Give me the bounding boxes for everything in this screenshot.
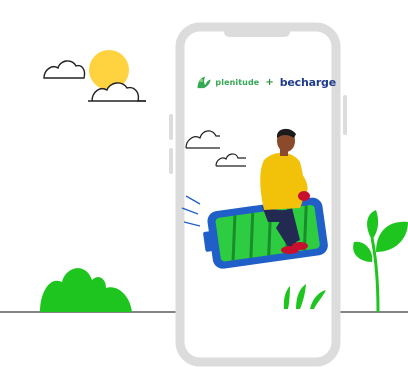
cloud-icon [43, 60, 86, 79]
partner-name: plenitude [215, 77, 260, 87]
plenitude-logo-icon [197, 76, 211, 89]
phone-side-button [169, 148, 173, 174]
product-name: becharge [279, 75, 336, 89]
plant-icon [353, 241, 373, 262]
plus-sign: + [265, 76, 274, 88]
plant-leaf [376, 221, 408, 252]
plant-leaf [367, 210, 379, 240]
phone-notch [224, 25, 290, 37]
phone-side-button [169, 114, 173, 140]
bush-icon [40, 268, 132, 312]
illustration-canvas [0, 22, 408, 367]
brand-lockup: plenitude + becharge [196, 70, 336, 94]
promo-illustration: plenitude + becharge [0, 0, 408, 367]
phone-side-button [343, 95, 347, 135]
